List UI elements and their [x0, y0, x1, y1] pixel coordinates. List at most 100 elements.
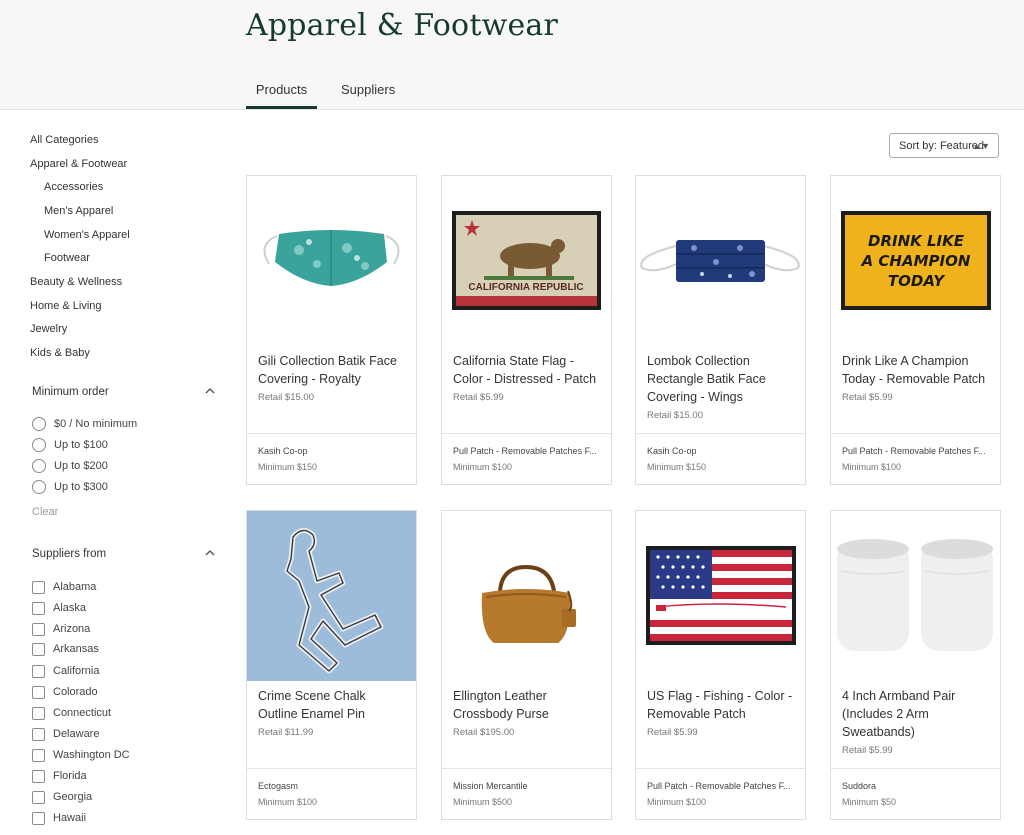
card-divider — [831, 433, 1000, 434]
product-info: Ellington Leather Crossbody Purse Retail… — [453, 687, 603, 739]
card-divider — [247, 433, 416, 434]
checkbox[interactable] — [32, 664, 45, 678]
state-label: Alaska — [53, 602, 87, 614]
product-supplier[interactable]: Pull Patch - Removable Patches F... — [647, 781, 797, 791]
minimum-order-header[interactable]: Minimum order — [32, 386, 217, 398]
product-image-drink-like-a-champion-patch: DRINK LIKE A CHAMPION TODAY — [831, 176, 1000, 346]
sort-arrows-icon: ▲▼ — [972, 141, 990, 151]
category-jewelry[interactable]: Jewelry — [30, 323, 67, 335]
sort-dropdown[interactable]: Sort by: Featured ▲▼ — [889, 133, 999, 158]
card-divider — [247, 768, 416, 769]
product-retail-price: Retail $5.99 — [647, 727, 698, 738]
radio-button[interactable] — [32, 480, 46, 494]
radio-button[interactable] — [32, 417, 46, 431]
category-kids-baby[interactable]: Kids & Baby — [30, 347, 90, 359]
product-supplier[interactable]: Mission Mercantile — [453, 781, 603, 791]
chevron-up-icon[interactable] — [203, 384, 217, 398]
product-name: US Flag - Fishing - Color - Removable Pa… — [647, 689, 793, 721]
checkbox[interactable] — [32, 622, 45, 636]
product-image-california-flag-patch: CALIFORNIA REPUBLIC — [442, 176, 611, 346]
clear-min-order-link[interactable]: Clear — [32, 506, 58, 518]
checkbox[interactable] — [32, 706, 45, 720]
patch-text-line-2: A CHAMPION — [861, 252, 971, 270]
product-supplier[interactable]: Kasih Co-op — [258, 446, 408, 456]
radio-button[interactable] — [32, 438, 46, 452]
product-minimum: Minimum $100 — [453, 462, 513, 472]
state-label: Arkansas — [53, 643, 99, 655]
checkbox[interactable] — [32, 642, 45, 656]
product-card[interactable]: CALIFORNIA REPUBLIC California State Fla… — [441, 175, 612, 485]
checkbox[interactable] — [32, 601, 45, 615]
product-card[interactable]: DRINK LIKE A CHAMPION TODAY Drink Like A… — [830, 175, 1001, 485]
product-supplier[interactable]: Suddora — [842, 781, 992, 791]
category-footwear[interactable]: Footwear — [44, 252, 90, 264]
min-order-option-300[interactable]: Up to $300 — [32, 479, 108, 495]
product-card[interactable]: Gili Collection Batik Face Covering - Ro… — [246, 175, 417, 485]
product-info: Lombok Collection Rectangle Batik Face C… — [647, 352, 797, 422]
checkbox[interactable] — [32, 580, 45, 594]
min-order-option-100[interactable]: Up to $100 — [32, 437, 108, 453]
category-home-living[interactable]: Home & Living — [30, 300, 102, 312]
product-image-armband-pair — [831, 511, 1000, 681]
state-delaware[interactable]: Delaware — [32, 726, 99, 742]
product-supplier[interactable]: Kasih Co-op — [647, 446, 797, 456]
state-washington-dc[interactable]: Washington DC — [32, 747, 130, 763]
min-order-option-none[interactable]: $0 / No minimum — [32, 416, 137, 432]
product-image-face-mask-teal — [247, 176, 416, 346]
product-image-face-mask-navy — [636, 176, 805, 346]
product-card[interactable]: Lombok Collection Rectangle Batik Face C… — [635, 175, 806, 485]
option-label: $0 / No minimum — [54, 418, 138, 430]
option-label: Up to $100 — [54, 439, 108, 451]
checkbox[interactable] — [32, 748, 45, 762]
state-hawaii[interactable]: Hawaii — [32, 810, 86, 826]
product-card[interactable]: Ellington Leather Crossbody Purse Retail… — [441, 510, 612, 820]
checkbox[interactable] — [32, 727, 45, 741]
state-connecticut[interactable]: Connecticut — [32, 705, 111, 721]
product-info: US Flag - Fishing - Color - Removable Pa… — [647, 687, 797, 739]
product-minimum: Minimum $100 — [647, 797, 707, 807]
product-info: Gili Collection Batik Face Covering - Ro… — [258, 352, 408, 404]
suppliers-from-header[interactable]: Suppliers from — [32, 548, 217, 560]
radio-button[interactable] — [32, 459, 46, 473]
category-all[interactable]: All Categories — [30, 134, 98, 146]
product-retail-price: Retail $5.99 — [842, 392, 893, 403]
checkbox[interactable] — [32, 811, 45, 825]
state-label: Georgia — [53, 791, 93, 803]
category-apparel-footwear[interactable]: Apparel & Footwear — [30, 158, 127, 170]
product-info: Crime Scene Chalk Outline Enamel Pin Ret… — [258, 687, 408, 739]
product-minimum: Minimum $500 — [453, 797, 513, 807]
card-divider — [831, 768, 1000, 769]
tab-suppliers[interactable]: Suppliers — [341, 70, 395, 109]
product-retail-price: Retail $5.99 — [453, 392, 504, 403]
state-arkansas[interactable]: Arkansas — [32, 641, 99, 657]
product-name: Crime Scene Chalk Outline Enamel Pin — [258, 689, 366, 721]
min-order-option-200[interactable]: Up to $200 — [32, 458, 108, 474]
state-florida[interactable]: Florida — [32, 768, 87, 784]
state-colorado[interactable]: Colorado — [32, 684, 98, 700]
card-divider — [636, 768, 805, 769]
patch-text: CALIFORNIA REPUBLIC — [468, 282, 583, 293]
product-supplier[interactable]: Ectogasm — [258, 781, 408, 791]
product-info: Drink Like A Champion Today - Removable … — [842, 352, 992, 404]
product-card[interactable]: US Flag - Fishing - Color - Removable Pa… — [635, 510, 806, 820]
product-card[interactable]: Crime Scene Chalk Outline Enamel Pin Ret… — [246, 510, 417, 820]
state-georgia[interactable]: Georgia — [32, 789, 92, 805]
suppliers-from-title: Suppliers from — [32, 548, 107, 560]
product-card[interactable]: 4 Inch Armband Pair (Includes 2 Arm Swea… — [830, 510, 1001, 820]
checkbox[interactable] — [32, 769, 45, 783]
category-mens-apparel[interactable]: Men's Apparel — [44, 205, 113, 217]
state-alaska[interactable]: Alaska — [32, 600, 86, 616]
category-womens-apparel[interactable]: Women's Apparel — [44, 229, 130, 241]
tab-products[interactable]: Products — [246, 70, 317, 109]
checkbox[interactable] — [32, 685, 45, 699]
product-info: 4 Inch Armband Pair (Includes 2 Arm Swea… — [842, 687, 992, 757]
category-beauty-wellness[interactable]: Beauty & Wellness — [30, 276, 122, 288]
state-arizona[interactable]: Arizona — [32, 621, 90, 637]
state-alabama[interactable]: Alabama — [32, 579, 96, 595]
state-california[interactable]: California — [32, 663, 99, 679]
product-supplier[interactable]: Pull Patch - Removable Patches F... — [453, 446, 603, 456]
category-accessories[interactable]: Accessories — [44, 181, 103, 193]
product-supplier[interactable]: Pull Patch - Removable Patches F... — [842, 446, 992, 456]
chevron-up-icon[interactable] — [203, 546, 217, 560]
checkbox[interactable] — [32, 790, 45, 804]
